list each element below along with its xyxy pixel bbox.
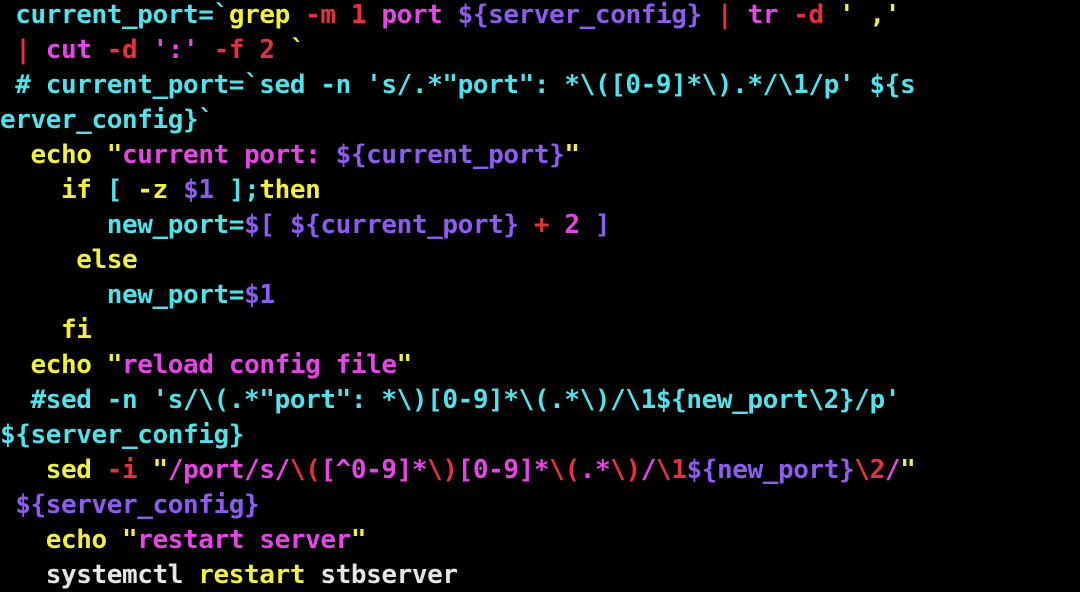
code-token: systemctl — [0, 560, 199, 590]
code-token: stbserver — [320, 560, 458, 590]
code-token: ${server_config} — [0, 490, 260, 520]
code-token: tr — [747, 0, 794, 30]
code-token: " — [106, 140, 123, 170]
code-token: + — [518, 210, 565, 240]
code-line: | cut -d ':' -f 2 ` — [0, 33, 305, 68]
code-token: \) — [610, 455, 641, 485]
code-token: / — [884, 455, 901, 485]
code-token: ${current_port} — [335, 140, 565, 170]
code-line: ${server_config} — [0, 488, 259, 523]
code-token: sed — [0, 455, 107, 485]
code-token: ]; — [213, 175, 260, 205]
code-token: -f 2 — [213, 35, 290, 65]
code-line: if [ -z $1 ];then — [0, 173, 321, 208]
code-token: cut — [45, 35, 107, 65]
code-token: -m 1 — [305, 0, 382, 30]
code-token: current_port=` — [0, 0, 229, 30]
code-token: " — [564, 140, 580, 170]
code-line: systemctl restart stbserver — [0, 558, 458, 592]
code-line: echo "reload config file" — [0, 348, 413, 383]
code-line: erver_config}` — [0, 103, 214, 138]
code-token: [^0-9]* — [320, 455, 428, 485]
code-line: echo "restart server" — [0, 523, 367, 558]
code-token: -d — [106, 35, 153, 65]
code-token: " — [122, 525, 138, 555]
code-token: \( — [549, 455, 580, 485]
code-token: $1 — [183, 175, 214, 205]
code-token: " — [350, 525, 367, 555]
code-line: else — [0, 243, 137, 278]
code-token: else — [0, 245, 138, 275]
code-token: restart — [198, 560, 321, 590]
code-token: ` — [289, 35, 306, 65]
code-line: new_port=$[ ${current_port} + 2 ] — [0, 208, 611, 243]
code-token: .* — [579, 455, 611, 485]
code-token: grep — [228, 0, 306, 30]
code-token: ${current_port} — [289, 210, 519, 240]
code-token: new_port= — [0, 280, 245, 310]
code-token: port — [381, 0, 458, 30]
code-token: | — [701, 0, 748, 30]
code-line: ${server_config} — [0, 418, 244, 453]
code-token: " — [396, 350, 413, 380]
code-line: sed -i "/port/s/\([^0-9]*\)[0-9]*\(.*\)/… — [0, 453, 916, 488]
code-token: | — [0, 35, 46, 65]
code-token: [0-9]* — [457, 455, 550, 485]
code-token: ${server_config} — [457, 0, 702, 30]
code-token: echo — [0, 140, 107, 170]
code-token: 2 — [564, 210, 580, 240]
code-token: ] — [579, 210, 611, 240]
code-token: # current_port=`sed -n 's/.*"port": *\([… — [0, 70, 916, 100]
code-token: if — [0, 175, 107, 205]
code-line: current_port=`grep -m 1 port ${server_co… — [0, 0, 900, 33]
code-token: ${new_port} — [686, 455, 855, 485]
code-token: ${server_config} — [0, 420, 245, 450]
code-token: " — [152, 455, 169, 485]
code-token: \( — [289, 455, 321, 485]
code-line: fi — [0, 313, 92, 348]
code-token: echo — [0, 525, 123, 555]
code-token: new_port= — [0, 210, 245, 240]
code-token: ' ,' — [839, 0, 901, 30]
code-token: -d — [793, 0, 840, 30]
code-token: \2 — [854, 455, 885, 485]
code-token: / — [640, 455, 657, 485]
code-token: erver_config}` — [0, 105, 214, 135]
code-token: \1 — [656, 455, 687, 485]
code-token: ':' — [152, 35, 214, 65]
code-line: new_port=$1 — [0, 278, 275, 313]
terminal-window[interactable]: current_port=`grep -m 1 port ${server_co… — [0, 0, 1080, 592]
code-token: then — [259, 175, 321, 205]
code-token: -i — [106, 455, 153, 485]
code-token: " — [900, 455, 916, 485]
code-token: \) — [427, 455, 458, 485]
code-token: " — [106, 350, 123, 380]
code-token: echo — [0, 350, 107, 380]
code-token: $1 — [244, 280, 275, 310]
code-token: [ — [106, 175, 138, 205]
code-token: reload config file — [122, 350, 397, 380]
code-token: current port: — [122, 140, 336, 170]
code-token: #sed -n 's/\(.*"port": *\)[0-9]*\(.*\)/\… — [0, 385, 901, 415]
code-token: $[ — [244, 210, 290, 240]
code-token: restart server — [137, 525, 351, 555]
code-line: echo "current port: ${current_port}" — [0, 138, 581, 173]
code-token: /port/s/ — [167, 455, 290, 485]
code-token: -z — [137, 175, 184, 205]
code-token: fi — [0, 315, 92, 345]
code-line: # current_port=`sed -n 's/.*"port": *\([… — [0, 68, 915, 103]
code-line: #sed -n 's/\(.*"port": *\)[0-9]*\(.*\)/\… — [0, 383, 901, 418]
